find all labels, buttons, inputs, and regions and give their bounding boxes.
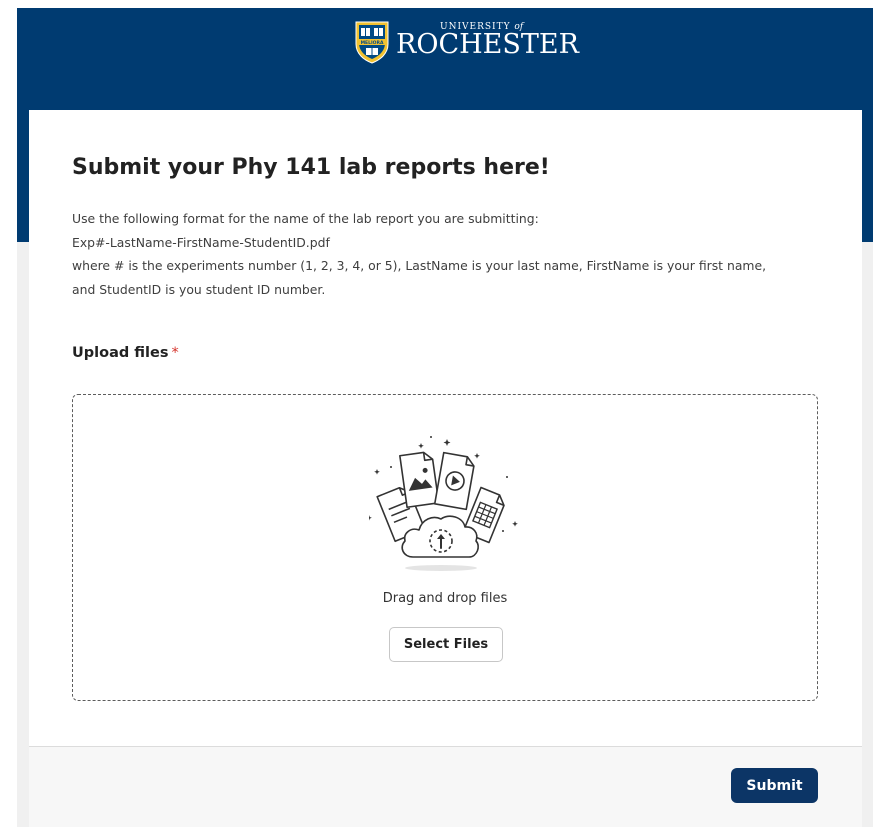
description-line: Exp#-LastName-FirstName-StudentID.pdf	[72, 234, 330, 250]
file-dropzone[interactable]: Drag and drop files Select Files	[72, 394, 818, 701]
wordmark-rochester: ROCHESTER	[396, 29, 579, 60]
description-line: and StudentID is you student ID number.	[72, 281, 326, 297]
select-files-button[interactable]: Select Files	[389, 627, 503, 662]
required-asterisk: *	[171, 345, 179, 361]
page-title: Submit your Phy 141 lab reports here!	[72, 155, 550, 180]
drag-and-drop-text: Drag and drop files	[382, 591, 508, 606]
university-shield-icon: MELIORA	[355, 21, 389, 64]
university-wordmark: UNIVERSITY of ROCHESTER	[396, 20, 579, 64]
upload-files-label: Upload files *	[72, 345, 179, 361]
description-line: where # is the experiments number (1, 2,…	[72, 258, 767, 273]
cloud-upload-documents-icon	[369, 436, 518, 571]
university-logo: MELIORA UNIVERSITY of ROCHESTER	[354, 20, 579, 64]
upload-label-text: Upload files	[72, 345, 169, 361]
description-line: Use the following format for the name of…	[72, 211, 539, 226]
form-description: Use the following format for the name of…	[72, 207, 812, 301]
submit-button[interactable]: Submit	[731, 768, 818, 803]
shield-motto: MELIORA	[361, 40, 384, 46]
